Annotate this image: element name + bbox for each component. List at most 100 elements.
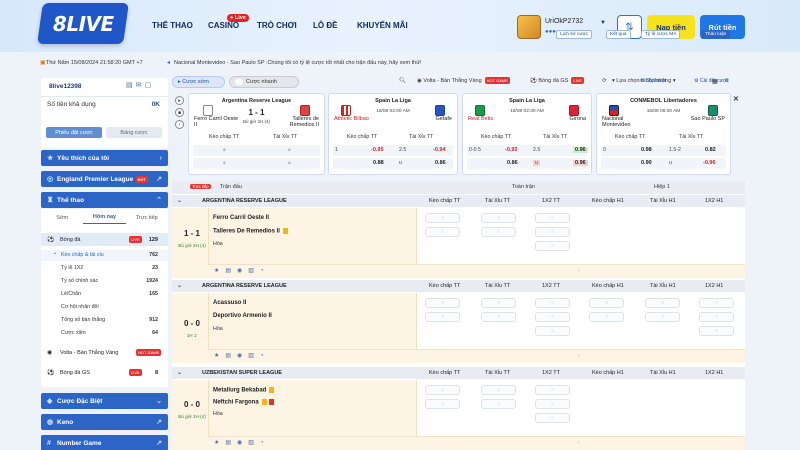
odds-cell[interactable]: ○ bbox=[535, 385, 570, 395]
star-icon: ★ bbox=[47, 155, 54, 162]
match-tools[interactable]: ★▤◉▥◔ bbox=[214, 352, 270, 359]
odds-cell[interactable]: ○ bbox=[535, 227, 570, 237]
nav-promotions[interactable]: KHUYẾN MÃI bbox=[357, 21, 408, 30]
sub-item[interactable]: Tỷ số chính xác 1924 bbox=[41, 276, 168, 287]
nav-casino[interactable]: CASINO bbox=[208, 21, 239, 30]
account-icons[interactable]: ▤✉▢ bbox=[126, 81, 154, 89]
gs-filter[interactable]: ⚽ Bóng đá GS LIVE bbox=[530, 77, 585, 84]
featured-card[interactable]: Argentina Reserve League 1 - 1 Ferro Car… bbox=[188, 93, 325, 175]
quick-bet-toggle[interactable]: Cược nhanh bbox=[229, 76, 299, 88]
odds-cell[interactable]: ○ bbox=[425, 213, 460, 223]
keno-icon: ◍ bbox=[47, 419, 54, 426]
sidebar-number-game[interactable]: # Number Game ↗ bbox=[41, 435, 168, 450]
odds-cell[interactable]: ○ bbox=[699, 312, 734, 322]
sub-item[interactable]: Cơ hội nhân đôi bbox=[41, 302, 168, 313]
match-row[interactable]: 0 - 0 1H 1' Acassuso II Deportivo Armeni… bbox=[172, 293, 745, 363]
sidebar-keno[interactable]: ◍ Keno ↗ bbox=[41, 414, 168, 430]
odds-cell[interactable]: ○ bbox=[481, 312, 516, 322]
odds-cell[interactable]: ○ bbox=[535, 312, 570, 322]
hot-badge: HOT bbox=[135, 176, 148, 183]
odds-cell[interactable]: ○ bbox=[425, 227, 460, 237]
avatar[interactable] bbox=[517, 15, 541, 39]
odds-cell[interactable]: ○ bbox=[589, 298, 624, 308]
tab-live[interactable]: Trực tiếp bbox=[126, 211, 168, 224]
odds-cell[interactable]: ○ bbox=[425, 399, 460, 409]
nav-sports[interactable]: THỂ THAO bbox=[152, 21, 193, 30]
sidebar-item-volta[interactable]: ◉ Volta - Bàn Thắng Vàng HOT GAME bbox=[41, 346, 168, 359]
odds-cell[interactable]: ○ bbox=[535, 399, 570, 409]
early-bet-filter[interactable]: ▸ Cược sớm bbox=[172, 76, 225, 88]
sidebar-favorites[interactable]: ★ Yêu thích của tôi › bbox=[41, 150, 168, 166]
odds-cell[interactable]: ○ bbox=[535, 241, 570, 251]
tab-today[interactable]: Hôm nay bbox=[83, 211, 126, 224]
odds-cell[interactable]: ○ bbox=[425, 312, 460, 322]
sub-item[interactable]: Tổng số bàn thắng 912 bbox=[41, 315, 168, 326]
sub-item[interactable]: Tỷ lệ 1X2 23 bbox=[41, 263, 168, 274]
casino-live-badge: ● Live bbox=[227, 14, 249, 22]
match-tools[interactable]: ★▤◉▥◔ bbox=[214, 439, 270, 446]
featured-card[interactable]: CONMEBOL Libertadores Nacional Montevide… bbox=[596, 93, 731, 175]
hot-game-badge: HOT GAME bbox=[136, 349, 162, 356]
more-markets-icon[interactable]: ○ bbox=[577, 440, 580, 446]
match-tools[interactable]: ★▤◉▥◔ bbox=[214, 267, 270, 274]
odds-cell[interactable]: ○ bbox=[425, 298, 460, 308]
number-icon: # bbox=[47, 439, 51, 447]
bet-slip-tab[interactable]: Phiếu đặt cược bbox=[46, 127, 102, 138]
sidebar-special-bets[interactable]: ◆ Cược Đặc Biệt ⌄ bbox=[41, 393, 168, 409]
odds-cell[interactable]: ○ bbox=[535, 413, 570, 423]
more-markets-icon[interactable]: ○ bbox=[577, 353, 580, 359]
bet-history-button[interactable]: Lịch sử cược bbox=[556, 30, 593, 39]
sidebar-item-gs[interactable]: ⚽ Bóng đá GS LIVE 8 bbox=[41, 366, 168, 379]
update-button[interactable]: ⟳ Cập nhật bbox=[640, 78, 666, 84]
league-header[interactable]: ⌄ ARGENTINA RESERVE LEAGUE Kèo chấp TT T… bbox=[172, 280, 745, 292]
league-header[interactable]: ⌄ UZBEKISTAN SUPER LEAGUE Kèo chấp TT Tà… bbox=[172, 367, 745, 379]
odds-cell[interactable]: ○ bbox=[481, 399, 516, 409]
odds-cell[interactable]: ○ bbox=[645, 312, 680, 322]
sub-item[interactable]: • Kèo chấp & tài xỉu 762 bbox=[41, 250, 168, 261]
sub-item[interactable]: Lẻ/Chẵn 165 bbox=[41, 289, 168, 300]
more-markets-icon[interactable]: ○ bbox=[577, 268, 580, 274]
odds-cell[interactable]: ○ bbox=[481, 385, 516, 395]
ticker-message[interactable]: Nacional Montevideo - Sao Paulo SP :Chún… bbox=[174, 60, 421, 66]
chevron-down-icon[interactable]: ▼ bbox=[600, 20, 606, 26]
odds-cell[interactable]: ○ bbox=[645, 298, 680, 308]
refresh-icon[interactable]: ⟳ bbox=[602, 78, 607, 84]
odds-cell[interactable]: ○ bbox=[589, 312, 624, 322]
odds-cell[interactable]: ○ bbox=[481, 298, 516, 308]
special-icon: ◆ bbox=[47, 398, 53, 405]
odds-cell[interactable]: ○ bbox=[535, 326, 570, 336]
featured-card[interactable]: Spain La Liga Athletic Bilbao Getafe 16/… bbox=[328, 93, 458, 175]
odds-table: Trực tiếp Trận đấu Toàn trận Hiệp 1 ⌄ AR… bbox=[172, 181, 745, 450]
match-row[interactable]: 1 - 1 Bù giờ 2H (4) Ferro Carril Oeste I… bbox=[172, 208, 745, 278]
live-badge: LIVE bbox=[129, 369, 142, 376]
sub-item[interactable]: Cược xiên 64 bbox=[41, 328, 168, 339]
results-button[interactable]: Kết quả bbox=[606, 30, 631, 39]
league-header[interactable]: ⌄ ARGENTINA RESERVE LEAGUE Kèo chấp TT T… bbox=[172, 195, 745, 207]
volta-filter[interactable]: ◉ Volta - Bàn Thắng Vàng HOT GAME bbox=[417, 77, 510, 84]
nav-lottery[interactable]: LÔ ĐỀ bbox=[313, 21, 337, 30]
odds-cell[interactable]: ○ bbox=[699, 298, 734, 308]
brand-logo[interactable]: 8LIVE bbox=[37, 3, 129, 44]
match-row[interactable]: 0 - 0 Bù giờ 2H (4) Metallurg Bekabad Ne… bbox=[172, 380, 745, 450]
username[interactable]: UriOkP2732 bbox=[545, 18, 583, 25]
odds-type-button[interactable]: Tỷ lệ cược MA bbox=[641, 30, 681, 39]
bet-list-tab[interactable]: Bảng cược bbox=[106, 127, 162, 138]
odds-cell[interactable]: ○ bbox=[481, 227, 516, 237]
odds-cell[interactable]: ○ bbox=[425, 385, 460, 395]
chevron-up-icon: ⌃ bbox=[156, 197, 162, 204]
sidebar-epl[interactable]: ◎ England Premier League HOT ↗ bbox=[41, 171, 168, 187]
odds-cell[interactable]: ○ bbox=[535, 213, 570, 223]
search-icon[interactable]: 🔍︎ bbox=[399, 78, 406, 84]
odds-cell[interactable]: ○ bbox=[481, 213, 516, 223]
sports-panel: Sớm Hôm nay Trực tiếp ⚽ Bóng đá LIVE 129… bbox=[41, 209, 168, 387]
tab-early[interactable]: Sớm bbox=[41, 211, 83, 224]
sidebar-sports[interactable]: ♜ Thể thao ⌃ bbox=[41, 192, 168, 208]
discussion-button[interactable]: Thảo luận bbox=[701, 30, 731, 39]
bet-settings-button[interactable]: ⚙ Cài đặt cược bbox=[694, 78, 729, 84]
odds-cell[interactable]: ○ bbox=[535, 298, 570, 308]
featured-card[interactable]: Spain La Liga Real Betis Girona 16/08 02… bbox=[462, 93, 592, 175]
football-icon: ⚽ bbox=[47, 237, 55, 243]
sidebar-item-football[interactable]: ⚽ Bóng đá LIVE 129 bbox=[41, 233, 168, 246]
odds-cell[interactable]: ○ bbox=[699, 326, 734, 336]
nav-games[interactable]: TRÒ CHƠI bbox=[257, 21, 297, 30]
